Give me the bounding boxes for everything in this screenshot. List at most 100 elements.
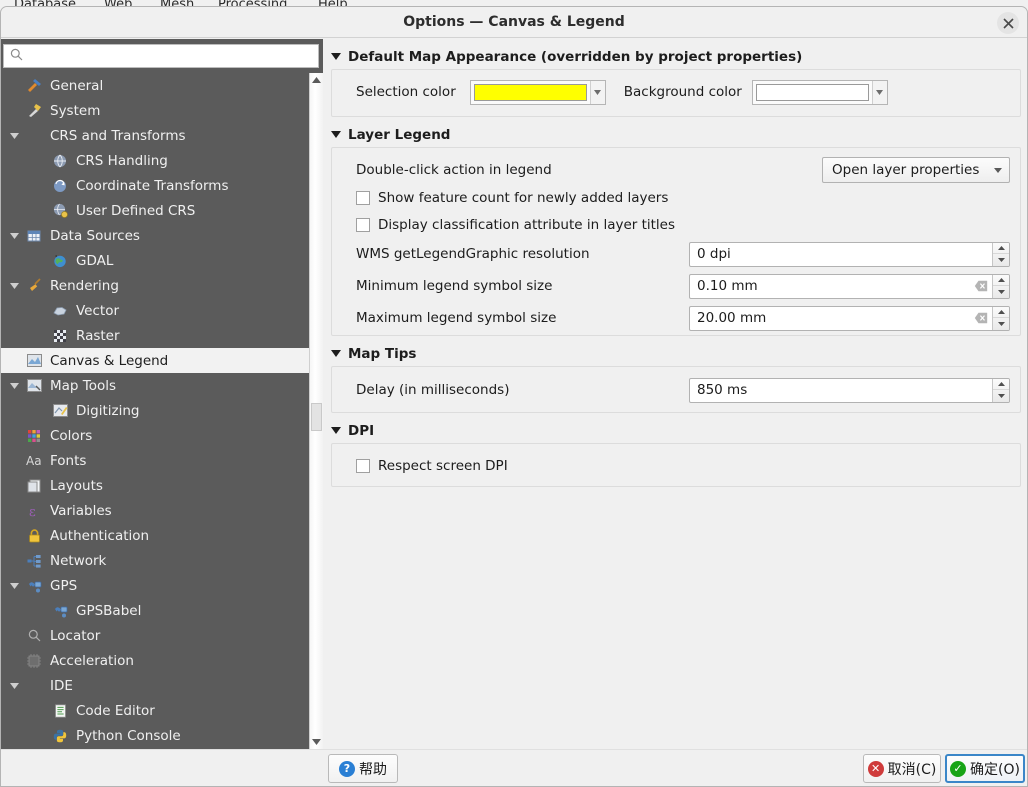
group-header-map-tips[interactable]: Map Tips: [331, 343, 1021, 364]
sidebar-item-label: System: [50, 102, 101, 119]
scrollbar-thumb[interactable]: [311, 403, 322, 431]
sidebar-item-label: Raster: [76, 327, 120, 344]
stepper-up-icon[interactable]: [993, 275, 1009, 286]
sidebar-item-ide[interactable]: IDE: [1, 673, 309, 698]
cancel-icon: ✕: [867, 760, 884, 777]
sidebar-item-code-editor[interactable]: Code Editor: [1, 698, 309, 723]
svg-text:Aa: Aa: [26, 454, 42, 467]
show-feature-count-checkbox[interactable]: [356, 190, 370, 205]
check-icon: ✓: [950, 760, 967, 777]
network-icon: [23, 554, 45, 568]
chevron-down-icon[interactable]: [5, 382, 23, 389]
sidebar-item-variables[interactable]: ε Variables: [1, 498, 309, 523]
group-header-map-appearance[interactable]: Default Map Appearance (overridden by pr…: [331, 46, 1021, 67]
sidebar-item-network[interactable]: Network: [1, 548, 309, 573]
sidebar-item-digitizing[interactable]: Digitizing: [1, 398, 309, 423]
cancel-button[interactable]: ✕ 取消(C): [863, 754, 941, 783]
sidebar-item-canvas-legend[interactable]: Canvas & Legend: [1, 348, 309, 373]
stepper-down-icon[interactable]: [993, 254, 1009, 266]
help-button[interactable]: ? 帮助: [328, 754, 398, 783]
sidebar-scrollbar[interactable]: [309, 73, 323, 749]
dialog-titlebar: Options — Canvas & Legend: [1, 7, 1027, 38]
chevron-down-icon[interactable]: [5, 582, 23, 589]
sidebar-item-rendering[interactable]: Rendering: [1, 273, 309, 298]
sidebar-item-colors[interactable]: Colors: [1, 423, 309, 448]
sidebar-item-locator[interactable]: Locator: [1, 623, 309, 648]
stepper-up-icon[interactable]: [993, 243, 1009, 254]
search-box[interactable]: [3, 44, 319, 68]
clear-icon[interactable]: [970, 307, 992, 330]
sidebar-item-label: Data Sources: [50, 227, 140, 244]
respect-screen-dpi-checkbox[interactable]: [356, 458, 370, 473]
chevron-down-icon[interactable]: [5, 132, 23, 139]
sidebar-item-label: CRS and Transforms: [50, 127, 186, 144]
sidebar-item-acceleration[interactable]: Acceleration: [1, 648, 309, 673]
min-symbol-size-spinbox[interactable]: 0.10 mm: [689, 273, 1010, 299]
sidebar-item-label: Fonts: [50, 452, 87, 469]
wms-resolution-spinbox[interactable]: 0 dpi: [689, 241, 1010, 267]
fonts-icon: Aa: [23, 454, 45, 467]
sidebar-item-data-sources[interactable]: Data Sources: [1, 223, 309, 248]
respect-screen-dpi-row[interactable]: Respect screen DPI: [342, 452, 1010, 479]
chevron-down-icon[interactable]: [5, 232, 23, 239]
sidebar-item-gps[interactable]: GPS: [1, 573, 309, 598]
sidebar-item-python-console[interactable]: Python Console: [1, 723, 309, 748]
sidebar-item-raster[interactable]: Raster: [1, 323, 309, 348]
background-color-button[interactable]: [751, 79, 888, 105]
chevron-down-icon[interactable]: [5, 682, 23, 689]
sidebar-item-fonts[interactable]: Aa Fonts: [1, 448, 309, 473]
help-icon: ?: [339, 760, 355, 777]
chevron-down-icon[interactable]: [871, 80, 887, 104]
stepper-down-icon[interactable]: [993, 318, 1009, 330]
sidebar-item-vector[interactable]: Vector: [1, 298, 309, 323]
max-symbol-size-stepper[interactable]: [992, 306, 1009, 330]
close-icon[interactable]: [997, 12, 1019, 34]
options-content: Default Map Appearance (overridden by pr…: [323, 39, 1027, 749]
group-box-dpi: Respect screen DPI: [331, 443, 1021, 487]
show-feature-count-row[interactable]: Show feature count for newly added layer…: [342, 184, 1010, 211]
search-input[interactable]: [27, 46, 318, 66]
sidebar-item-gpsbabel[interactable]: GPSBabel: [1, 598, 309, 623]
sidebar-item-crs-handling[interactable]: CRS Handling: [1, 148, 309, 173]
scroll-up-icon[interactable]: [310, 73, 323, 87]
map-tip-delay-value: 850 ms: [697, 382, 748, 398]
chevron-down-icon: [994, 167, 1002, 173]
wms-resolution-stepper[interactable]: [992, 242, 1009, 266]
display-classification-row[interactable]: Display classification attribute in laye…: [342, 211, 1010, 238]
map-tip-delay-stepper[interactable]: [992, 378, 1009, 402]
chevron-down-icon[interactable]: [5, 282, 23, 289]
layouts-icon: [23, 479, 45, 493]
scroll-down-icon[interactable]: [310, 735, 323, 749]
group-header-dpi[interactable]: DPI: [331, 420, 1021, 441]
double-click-action-select[interactable]: Open layer properties: [822, 157, 1010, 183]
sidebar-item-crs-and-transforms[interactable]: CRS and Transforms: [1, 123, 309, 148]
sidebar-item-user-defined-crs[interactable]: User Defined CRS: [1, 198, 309, 223]
stepper-up-icon[interactable]: [993, 307, 1009, 318]
options-tree: General System CRS and Transforms CRS Handl…: [1, 73, 309, 749]
cancel-button-label: 取消(C): [887, 761, 937, 778]
display-classification-checkbox[interactable]: [356, 217, 370, 232]
max-symbol-size-spinbox[interactable]: 20.00 mm: [689, 305, 1010, 331]
stepper-down-icon[interactable]: [993, 286, 1009, 298]
sidebar-item-general[interactable]: General: [1, 73, 309, 98]
sidebar-item-layouts[interactable]: Layouts: [1, 473, 309, 498]
ok-button[interactable]: ✓ 确定(O): [945, 754, 1025, 783]
map-tip-delay-label: Delay (in milliseconds): [356, 382, 510, 398]
chevron-down-icon[interactable]: [589, 80, 605, 104]
lock-icon: [23, 528, 45, 543]
min-symbol-size-stepper[interactable]: [992, 274, 1009, 298]
clear-icon[interactable]: [970, 275, 992, 298]
map-tip-delay-spinbox[interactable]: 850 ms: [689, 377, 1010, 403]
sidebar-item-gdal[interactable]: GDAL: [1, 248, 309, 273]
selection-color-button[interactable]: [469, 79, 606, 105]
sidebar-item-authentication[interactable]: Authentication: [1, 523, 309, 548]
sidebar-item-label: Vector: [76, 302, 120, 319]
sidebar-item-system[interactable]: System: [1, 98, 309, 123]
stepper-up-icon[interactable]: [993, 379, 1009, 390]
raster-icon: [49, 329, 71, 343]
sidebar-item-coordinate-transforms[interactable]: Coordinate Transforms: [1, 173, 309, 198]
stepper-down-icon[interactable]: [993, 390, 1009, 402]
group-box-map-tips: Delay (in milliseconds) 850 ms: [331, 366, 1021, 413]
sidebar-item-map-tools[interactable]: Map Tools: [1, 373, 309, 398]
group-header-layer-legend[interactable]: Layer Legend: [331, 124, 1021, 145]
